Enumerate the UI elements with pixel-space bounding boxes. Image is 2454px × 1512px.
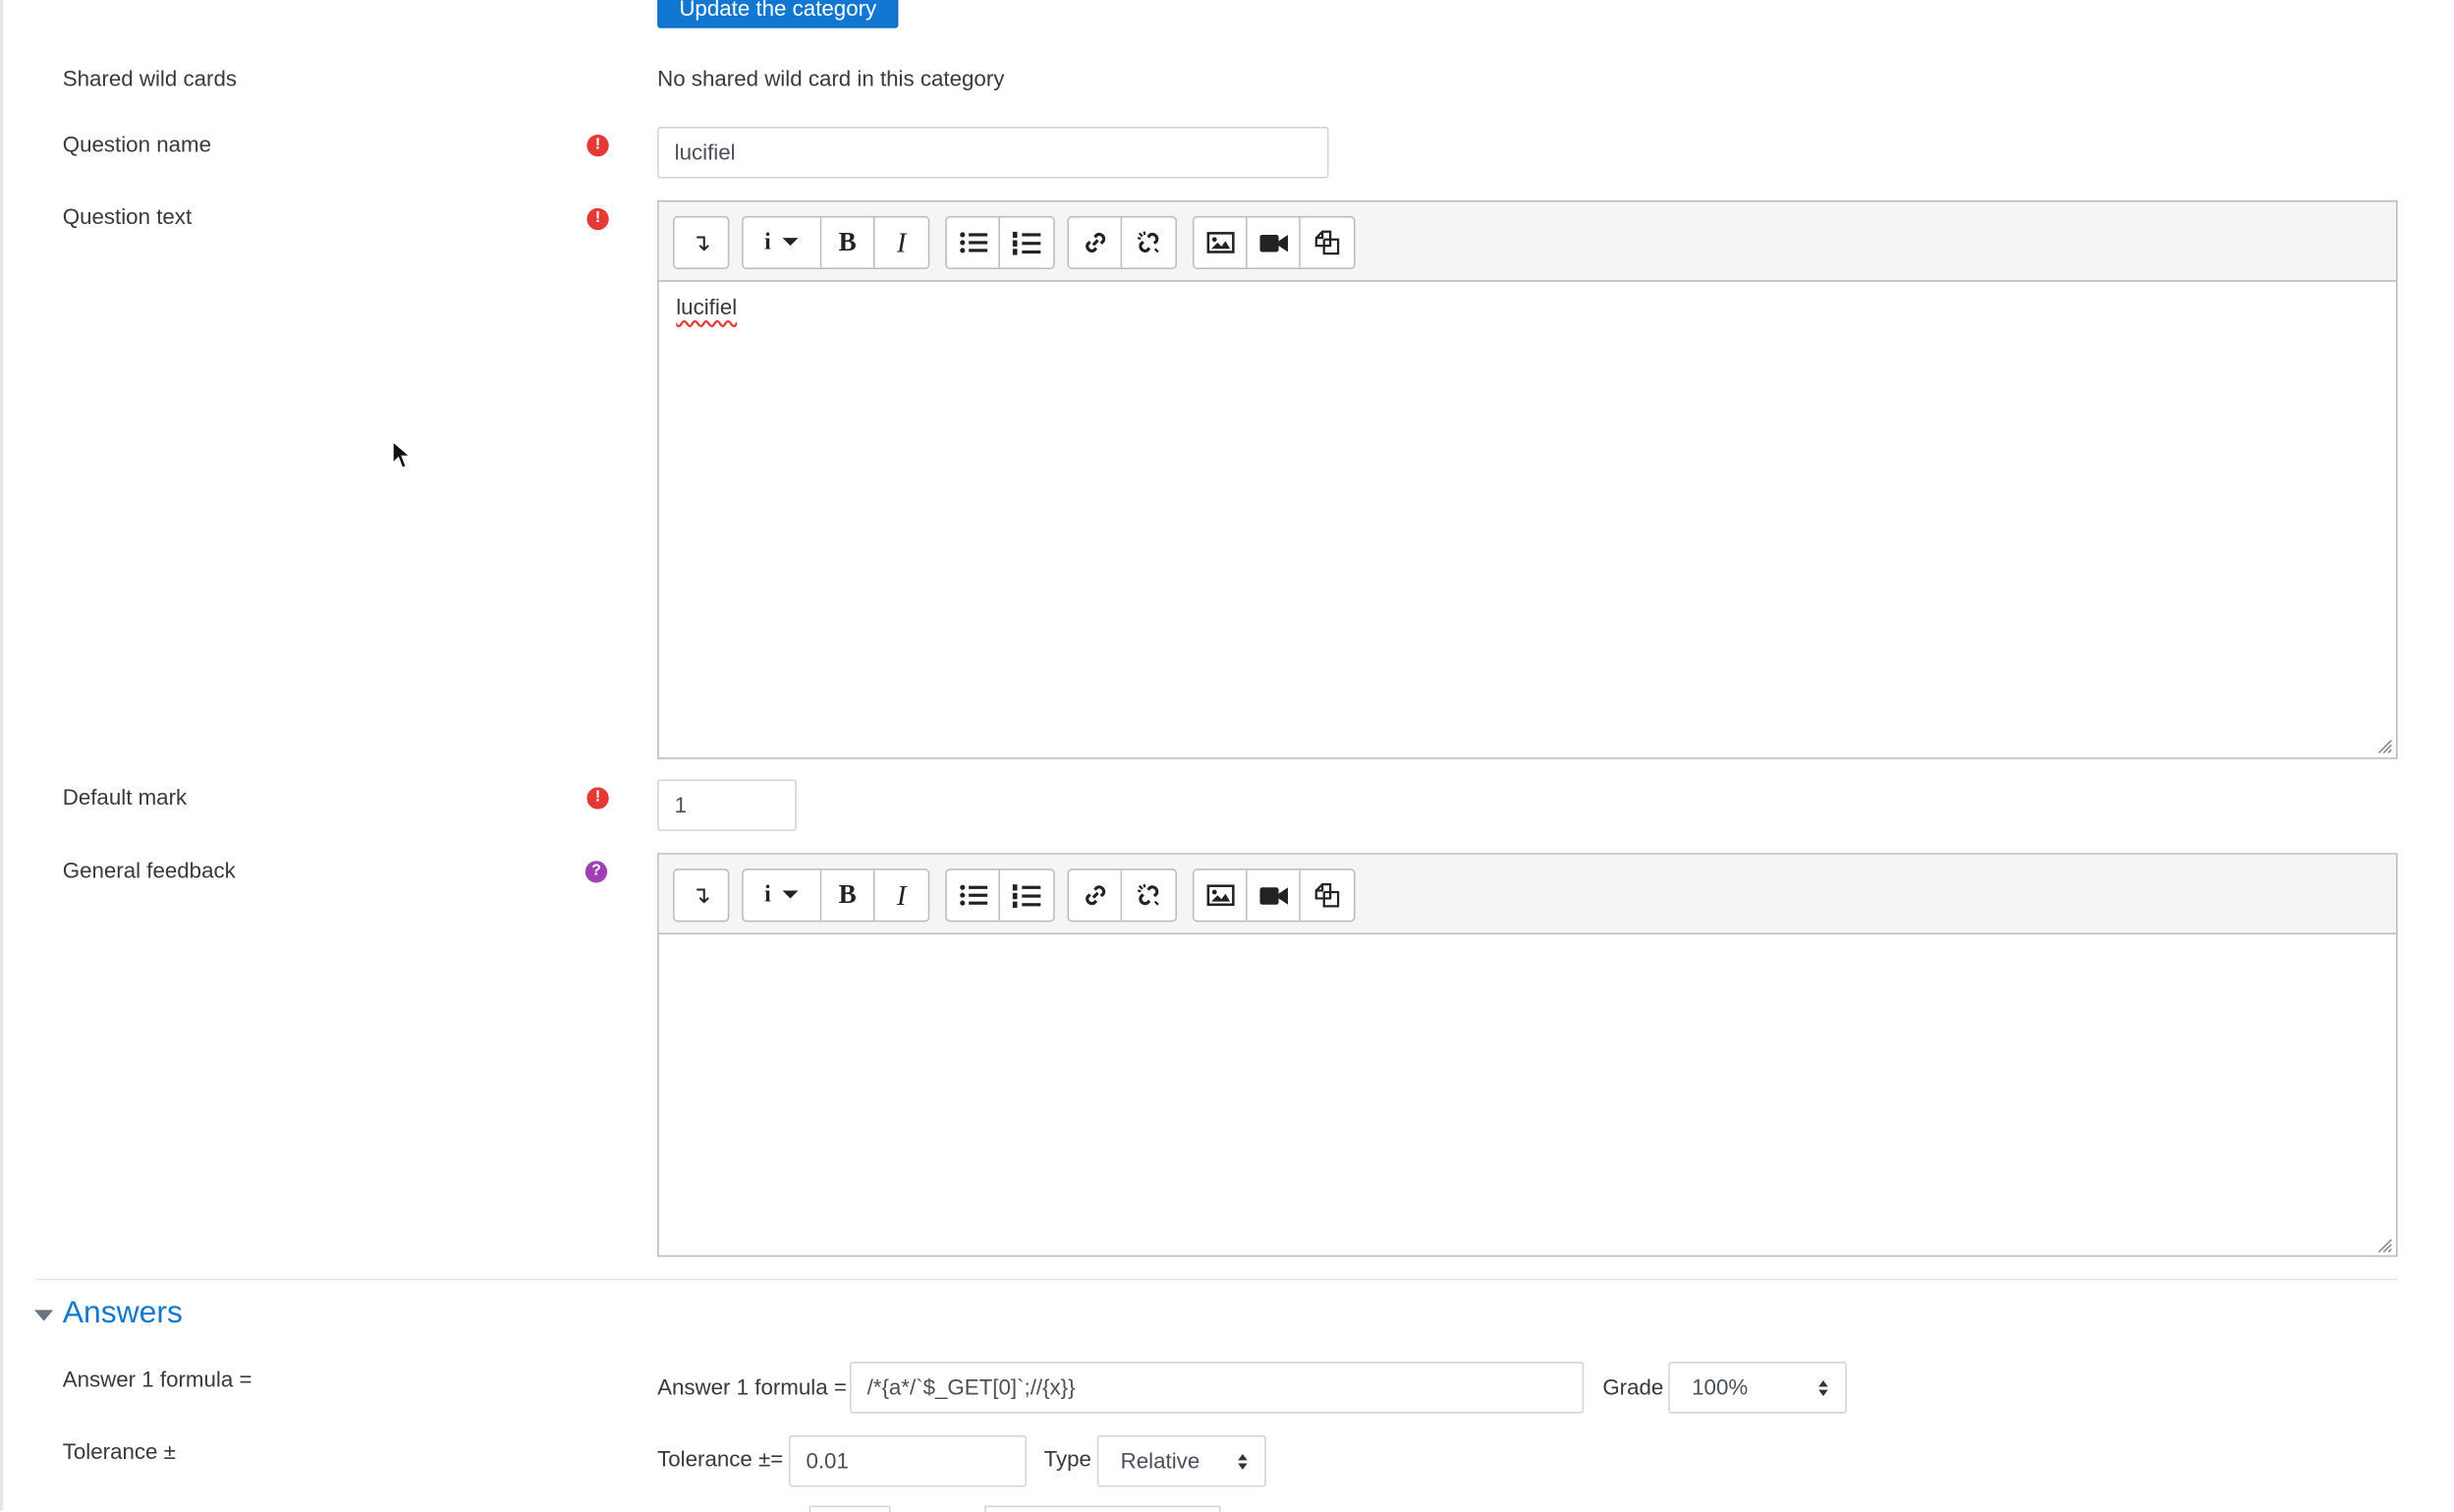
question-name-input[interactable]: lucifiel [657,127,1329,179]
italic-icon: I [896,226,907,258]
question-text-label: Question text [62,203,193,229]
question-text-content[interactable]: lucifiel [659,282,2396,757]
tolerance-type-select[interactable]: Relative [1096,1434,1266,1487]
toolbar-group-style: i B I [742,215,930,270]
manage-files-icon [1314,230,1340,255]
unlink-icon [1137,231,1159,253]
tolerance-type-selected-value: Relative [1120,1447,1200,1474]
help-icon[interactable]: ? [585,861,608,883]
show-more-buttons[interactable]: ↴ [674,869,728,921]
question-text-value: lucifiel [676,294,738,319]
italic-button[interactable]: I [874,869,928,921]
shared-wild-cards-value: No shared wild card in this category [657,65,1005,91]
resize-grip-icon[interactable] [2377,739,2393,755]
resize-grip-icon[interactable] [2377,1238,2393,1254]
chevron-down-icon [34,1310,54,1321]
tolerance-label: Tolerance ± [62,1438,176,1464]
answers-section-toggle[interactable]: Answers [34,1296,183,1332]
insert-image-button[interactable] [1194,869,1248,921]
unordered-list-button[interactable] [946,869,1000,921]
insert-image-button[interactable] [1194,217,1248,268]
answer-1-formula-inline-label: Answer 1 formula = [657,1373,847,1400]
ordered-list-icon [1012,883,1041,908]
video-camera-icon [1258,886,1288,905]
unordered-list-icon [959,232,987,253]
video-camera-icon [1258,234,1288,252]
select-caret-icon [1818,1380,1828,1397]
insert-media-button[interactable] [1247,217,1301,268]
section-divider [34,1278,2398,1281]
general-feedback-editor: ↴ i B I [657,853,2398,1258]
link-icon [1085,232,1105,252]
answer-1-formula-label: Answer 1 formula = [62,1366,252,1392]
toolbar-group-collapse: ↴ [673,215,730,270]
manage-files-icon [1314,882,1340,908]
ordered-list-button[interactable] [999,869,1054,921]
unordered-list-button[interactable] [946,217,1000,268]
link-button[interactable] [1069,869,1123,921]
paragraph-styles-button[interactable]: i [743,869,822,921]
general-feedback-content[interactable] [659,934,2396,1257]
page-edge-rule [0,0,4,1511]
info-icon: i [764,881,771,908]
required-icon[interactable]: ! [586,787,609,810]
unordered-list-icon [959,884,987,906]
expand-arrow-icon: ↴ [691,230,711,257]
unlink-icon [1137,883,1159,906]
toolbar-group-collapse: ↴ [673,868,730,923]
show-more-buttons[interactable]: ↴ [674,217,728,268]
manage-files-button[interactable] [1300,217,1355,268]
general-feedback-label: General feedback [62,858,236,883]
bold-icon: B [838,879,857,910]
grade-select[interactable]: 100% [1668,1361,1847,1414]
required-icon[interactable]: ! [586,135,609,157]
chevron-down-icon [781,890,798,899]
manage-files-button[interactable] [1300,869,1355,921]
italic-icon: I [896,878,907,911]
select-caret-icon [1238,1453,1248,1470]
info-icon: i [764,229,771,254]
type-label: Type [1043,1446,1091,1472]
bold-button[interactable]: B [821,217,875,268]
answer-1-formula-input[interactable]: /*{a*/`$_GET[0]`;//{x}} [850,1361,1585,1414]
ordered-list-button[interactable] [999,217,1054,268]
unlink-button[interactable] [1122,869,1176,921]
toolbar-group-links [1067,868,1178,923]
toolbar-group-lists [945,868,1055,923]
toolbar-group-lists [945,215,1055,270]
answers-section-title: Answers [62,1296,183,1331]
mouse-cursor-icon [392,439,413,470]
update-category-button[interactable]: Update the category [657,0,899,28]
toolbar-group-style: i B I [742,868,930,923]
unlink-button[interactable] [1122,217,1176,268]
default-mark-label: Default mark [62,784,188,810]
toolbar-group-media [1192,215,1356,270]
question-edit-form: Update the category Shared wild cards No… [0,0,2454,1512]
question-name-label: Question name [62,131,211,157]
paragraph-styles-button[interactable]: i [743,217,822,268]
default-mark-input[interactable]: 1 [657,779,797,831]
grade-selected-value: 100% [1692,1373,1749,1400]
required-icon[interactable]: ! [586,207,609,231]
editor-toolbar: ↴ i B I [658,201,2397,282]
chevron-down-icon [781,238,798,247]
italic-button[interactable]: I [874,217,928,268]
tolerance-inline-label: Tolerance ±= [657,1446,784,1472]
bold-button[interactable]: B [821,869,875,921]
ordered-list-icon [1012,230,1041,254]
tolerance-input[interactable]: 0.01 [788,1434,1028,1487]
link-icon [1085,885,1105,906]
toolbar-group-media [1192,868,1356,923]
grade-label: Grade [1602,1373,1664,1400]
image-icon [1205,884,1234,907]
shared-wild-cards-label: Shared wild cards [62,65,238,91]
editor-toolbar: ↴ i B I [658,854,2397,935]
insert-media-button[interactable] [1247,869,1301,921]
bold-icon: B [838,226,857,257]
expand-arrow-icon: ↴ [691,882,711,910]
toolbar-group-links [1067,215,1178,270]
question-text-editor: ↴ i B I lucifiel [657,199,2398,759]
image-icon [1205,232,1234,253]
link-button[interactable] [1069,217,1123,268]
